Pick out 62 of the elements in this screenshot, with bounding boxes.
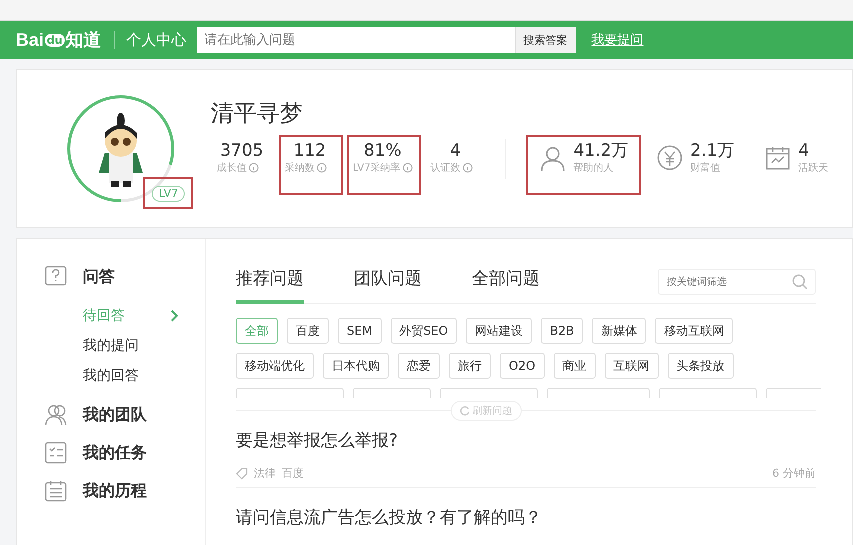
user-name: 清平寻梦 bbox=[211, 100, 304, 129]
metric-label: 活跃天 bbox=[798, 162, 829, 175]
topic-tag[interactable]: 外贸SEO bbox=[390, 318, 458, 344]
sidebar-item[interactable]: 我的回答 bbox=[83, 361, 179, 391]
question-tab[interactable]: 推荐问题 bbox=[236, 267, 304, 304]
metric-value: 4 bbox=[798, 141, 810, 161]
sidebar-item[interactable]: 我的提问 bbox=[83, 331, 179, 361]
person-icon bbox=[540, 145, 566, 173]
tag-icon bbox=[236, 468, 248, 480]
question-title[interactable]: 要是想举报怎么举报? bbox=[236, 429, 816, 452]
sidebar-section[interactable]: 问答 bbox=[83, 266, 115, 288]
stat-label: 成长值 bbox=[217, 162, 247, 175]
question-tab[interactable]: 全部问题 bbox=[472, 267, 540, 304]
topic-tag[interactable]: 互联网 bbox=[604, 353, 659, 379]
info-icon bbox=[462, 163, 473, 173]
topic-tag[interactable]: O2O bbox=[500, 353, 545, 379]
info-icon bbox=[317, 163, 327, 173]
topic-tag[interactable]: 百度 bbox=[287, 318, 329, 344]
tasks-icon bbox=[45, 442, 67, 464]
search-button[interactable]: 搜索答案 bbox=[514, 27, 576, 53]
metric-value: 2.1万 bbox=[690, 141, 735, 161]
level-badge: LV7 bbox=[152, 186, 186, 202]
topic-tag[interactable]: 商业 bbox=[554, 353, 596, 379]
sidebar-section[interactable]: 我的团队 bbox=[83, 404, 147, 426]
stat-label: 采纳数 bbox=[285, 162, 315, 175]
topic-tag[interactable]: SEM bbox=[338, 318, 382, 344]
topic-tag[interactable]: B2B bbox=[541, 318, 584, 344]
stat-value: 112 bbox=[292, 141, 328, 161]
section-title: 个人中心 bbox=[126, 30, 187, 50]
info-icon bbox=[249, 163, 259, 173]
search-field[interactable]: 请在此输入问题 bbox=[196, 27, 515, 53]
metric-label: 财富值 bbox=[690, 162, 722, 175]
topic-tag[interactable]: 日本代购 bbox=[323, 353, 389, 379]
topic-tag[interactable]: 旅行 bbox=[449, 353, 491, 379]
stat-value: 3705 bbox=[219, 141, 265, 161]
metric-label: 帮助的人 bbox=[574, 162, 615, 175]
stat-value: 4 bbox=[449, 141, 462, 161]
info-icon bbox=[402, 163, 413, 173]
filter-field[interactable]: 按关键词筛选 bbox=[658, 269, 816, 295]
history-icon bbox=[45, 480, 67, 502]
stat-value: 81% bbox=[362, 141, 403, 161]
topic-tag[interactable]: 网站建设 bbox=[466, 318, 532, 344]
topic-tag[interactable]: 新媒体 bbox=[592, 318, 646, 344]
topic-tag[interactable]: 移动端优化 bbox=[236, 353, 314, 379]
question-title[interactable]: 请问信息流广告怎么投放？有了解的吗？ bbox=[236, 506, 816, 529]
refresh-icon bbox=[460, 406, 470, 416]
chevron-right-icon bbox=[171, 310, 179, 322]
sidebar-section[interactable]: 我的任务 bbox=[83, 442, 147, 464]
stat-label: LV7采纳率 bbox=[353, 162, 401, 175]
topic-tag[interactable]: 恋爱 bbox=[398, 353, 440, 379]
question-time: 6 分钟前 bbox=[772, 466, 816, 481]
question-icon bbox=[45, 266, 67, 288]
sidebar-section[interactable]: 我的历程 bbox=[83, 480, 147, 502]
team-icon bbox=[45, 404, 67, 426]
search-icon bbox=[792, 274, 808, 290]
calendar-icon bbox=[764, 145, 791, 173]
topic-tag[interactable]: 头条投放 bbox=[668, 353, 734, 379]
yen-icon bbox=[656, 145, 683, 173]
topic-tag[interactable]: 移动互联网 bbox=[655, 318, 734, 344]
question-tab[interactable]: 团队问题 bbox=[354, 267, 422, 304]
metric-value: 41.2万 bbox=[574, 141, 629, 161]
stat-label: 认证数 bbox=[430, 162, 461, 175]
